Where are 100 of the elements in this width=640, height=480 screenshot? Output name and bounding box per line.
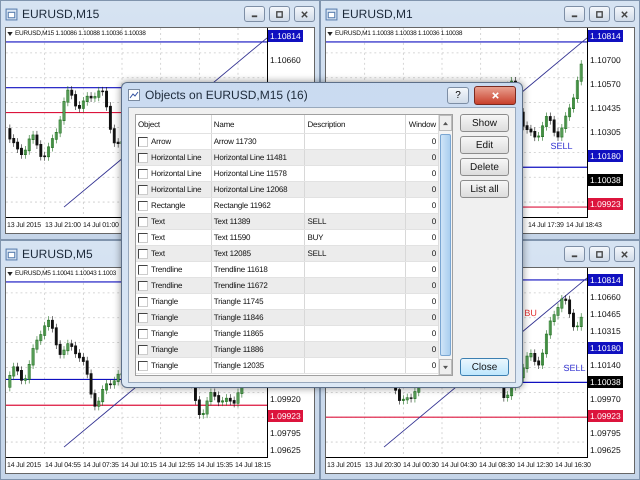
maximize-icon [595, 250, 604, 258]
scroll-up-icon [442, 120, 449, 126]
close-button[interactable] [614, 6, 635, 22]
object-name: Arrow 11730 [212, 134, 306, 149]
window-number: 0 [430, 232, 437, 244]
object-name: Rectangle 11962 [212, 198, 306, 213]
object-name: Text 12085 [212, 246, 306, 261]
checkbox[interactable] [138, 136, 148, 146]
object-type: Text [151, 217, 165, 226]
column-header[interactable]: Object [136, 115, 212, 133]
window-number: 0 [430, 168, 437, 180]
price-label: 1.10570 [589, 78, 622, 90]
window-title: EURUSD,M5 [22, 247, 93, 261]
price-label: 1.10465 [589, 308, 622, 320]
maximize-button[interactable] [589, 246, 610, 262]
close-button[interactable] [614, 246, 635, 262]
chart-window-icon [5, 8, 18, 20]
price-label: 1.10700 [589, 54, 622, 66]
dialog-button[interactable]: Delete [460, 158, 509, 176]
checkbox[interactable] [138, 296, 148, 306]
checkbox[interactable] [138, 344, 148, 354]
close-button[interactable] [474, 86, 516, 104]
checkbox[interactable] [138, 232, 148, 242]
object-type: Arrow [151, 137, 171, 146]
checkbox[interactable] [138, 200, 148, 210]
price-tag: 1.09923 [588, 198, 623, 210]
object-name: Horizontal Line 11578 [212, 166, 306, 181]
minimize-button[interactable] [564, 6, 585, 22]
object-type: Trendline [151, 265, 182, 274]
chart-window-icon [5, 248, 18, 260]
object-name: Horizontal Line 12068 [212, 182, 306, 197]
checkbox[interactable] [138, 280, 148, 290]
scrollbar[interactable] [438, 115, 452, 375]
object-description: BUY [307, 233, 324, 242]
object-name: Triangle 11865 [212, 326, 306, 341]
price-tag: 1.10038 [588, 174, 623, 186]
price-label: 1.09625 [589, 444, 622, 456]
window-number: 0 [430, 360, 437, 372]
dialog-button[interactable]: List all [460, 180, 509, 198]
dialog-button[interactable]: Show [460, 114, 509, 132]
object-type: Text [151, 249, 165, 258]
object-name: Triangle 11886 [212, 342, 306, 357]
price-tag: 1.10180 [588, 342, 623, 354]
object-type: Text [151, 233, 165, 242]
price-label: 1.09795 [269, 427, 302, 439]
column-header[interactable]: Window [406, 115, 438, 133]
price-label: 1.09920 [269, 393, 302, 405]
object-description: SELL [307, 217, 326, 226]
window-number: 0 [430, 264, 437, 276]
close-dialog-button[interactable]: Close [460, 358, 509, 376]
chart-text-label: SELL [550, 141, 572, 152]
object-type: Trendline [151, 281, 182, 290]
window-number: 0 [430, 344, 437, 356]
object-type: Horizontal Line [151, 169, 202, 178]
close-icon [620, 250, 629, 258]
dropdown-arrow-icon[interactable] [7, 32, 13, 36]
checkbox[interactable] [138, 328, 148, 338]
object-type: Horizontal Line [151, 153, 202, 162]
minimize-button[interactable] [564, 246, 585, 262]
maximize-icon [595, 10, 604, 18]
dialog-title: Objects on EURUSD,M15 (16) [145, 88, 308, 102]
object-description: SELL [307, 249, 326, 258]
price-label: 1.09625 [269, 444, 302, 456]
checkbox[interactable] [138, 264, 148, 274]
price-tag: 1.09923 [588, 410, 623, 422]
minimize-button[interactable] [244, 6, 265, 22]
window-number: 0 [430, 328, 437, 340]
dropdown-arrow-icon[interactable] [7, 272, 13, 276]
close-button[interactable] [294, 6, 315, 22]
dialog-button[interactable]: Edit [460, 136, 509, 154]
maximize-button[interactable] [269, 6, 290, 22]
column-header[interactable]: Name [212, 115, 306, 133]
checkbox[interactable] [138, 312, 148, 322]
window-number: 0 [430, 152, 437, 164]
object-type: Triangle [151, 297, 178, 306]
object-type: Triangle [151, 329, 178, 338]
maximize-button[interactable] [589, 6, 610, 22]
object-name: Trendline 11618 [212, 262, 306, 277]
chart-text-label: SELL [564, 362, 586, 372]
checkbox[interactable] [138, 360, 148, 370]
object-name: Text 11389 [212, 214, 306, 229]
checkbox[interactable] [138, 184, 148, 194]
checkbox[interactable] [138, 216, 148, 226]
checkbox[interactable] [138, 248, 148, 258]
object-type: Triangle [151, 361, 178, 370]
window-number: 0 [430, 296, 437, 308]
price-tag: 1.10814 [268, 30, 303, 42]
help-button[interactable]: ? [447, 86, 469, 104]
checkbox[interactable] [138, 168, 148, 178]
close-icon [620, 10, 629, 18]
window-number: 0 [430, 200, 437, 212]
price-label: 1.10305 [589, 126, 622, 138]
column-header[interactable]: Description [305, 115, 406, 133]
dropdown-arrow-icon[interactable] [327, 32, 333, 36]
object-name: Trendline 11672 [212, 278, 306, 293]
window-number: 0 [430, 136, 437, 148]
object-type: Triangle [151, 345, 178, 354]
chart-icon [128, 89, 140, 101]
object-type: Horizontal Line [151, 185, 202, 194]
checkbox[interactable] [138, 152, 148, 162]
